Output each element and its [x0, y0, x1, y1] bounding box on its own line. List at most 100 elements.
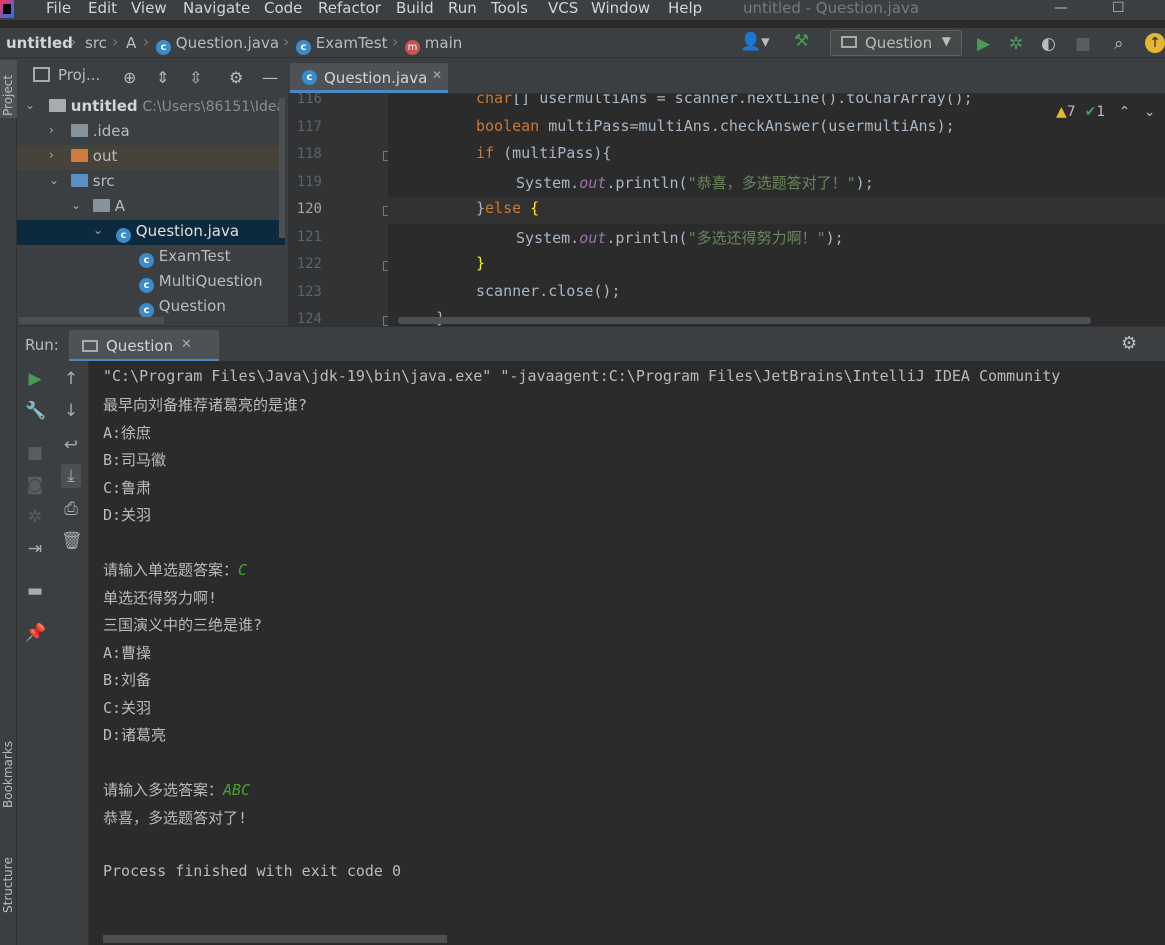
collapse-all-icon[interactable]: ⇳: [189, 68, 202, 87]
code-line-120: }else {: [388, 197, 1165, 224]
console-line: "C:\Program Files\Java\jdk-19\bin\java.e…: [103, 367, 1061, 385]
close-icon[interactable]: ✕: [181, 337, 192, 352]
update-icon[interactable]: ↑: [1145, 33, 1165, 53]
menu-run[interactable]: Run: [448, 0, 477, 17]
build-hammer-icon[interactable]: ⚒: [794, 31, 809, 51]
editor-horizontal-scrollbar[interactable]: [398, 317, 1091, 324]
editor-tabs: c Question.java ✕: [288, 58, 1165, 94]
console-line: B:刘备: [103, 671, 152, 689]
chevron-right-icon: ›: [112, 32, 119, 51]
console-line: 请输入单选题答案：C: [103, 561, 248, 579]
project-tool-button[interactable]: Project: [0, 60, 17, 118]
console-line: D:关羽: [103, 506, 152, 524]
tree-item-examtest[interactable]: c ExamTest: [17, 245, 285, 270]
chevron-down-icon[interactable]: ⌄: [1144, 104, 1156, 120]
console-horizontal-scrollbar[interactable]: [103, 935, 447, 943]
close-icon[interactable]: ✕: [432, 68, 442, 82]
code-line-121: System.out.println("多选还得努力啊！");: [516, 229, 844, 247]
menu-edit[interactable]: Edit: [88, 0, 117, 17]
print-icon[interactable]: ⎙: [61, 499, 81, 519]
run-configuration-select[interactable]: Question ▼: [830, 30, 962, 56]
project-horizontal-scrollbar[interactable]: [19, 317, 164, 324]
hide-icon[interactable]: —: [262, 68, 278, 87]
arrow-up-icon[interactable]: ↑: [61, 369, 81, 389]
project-vertical-scrollbar[interactable]: [279, 98, 285, 238]
stop-icon[interactable]: ■: [1075, 34, 1091, 54]
menu-code[interactable]: Code: [264, 0, 302, 17]
breadcrumb-package[interactable]: A: [126, 34, 136, 52]
tree-label: A: [114, 197, 126, 215]
wrench-icon[interactable]: 🔧: [25, 401, 46, 421]
structure-tool-label[interactable]: Structure: [1, 857, 15, 913]
line-number: 118: [296, 146, 322, 162]
tree-item-package-a[interactable]: ⌄ A: [17, 195, 285, 220]
chevron-right-icon: ›: [143, 32, 150, 51]
settings-icon[interactable]: ✲: [25, 507, 45, 527]
project-panel-title[interactable]: Proj...: [58, 66, 100, 84]
locate-icon[interactable]: ⊕: [123, 68, 136, 87]
tree-item-question-java[interactable]: ⌄ c Question.java: [17, 220, 285, 245]
run-tab-question[interactable]: Question ✕: [69, 330, 219, 362]
breadcrumb-src[interactable]: src: [85, 34, 107, 52]
tab-question-java[interactable]: c Question.java ✕: [290, 63, 448, 93]
user-icon[interactable]: 👤▾: [740, 32, 770, 52]
breadcrumb-method[interactable]: m main: [405, 34, 462, 55]
tree-item-untitled[interactable]: ⌄ untitled C:\Users\86151\Idea: [17, 95, 285, 120]
project-folder-icon: [49, 99, 66, 112]
menu-navigate[interactable]: Navigate: [183, 0, 250, 17]
code-editor[interactable]: char[] usermultiAns = scanner.nextLine()…: [388, 94, 1165, 326]
scroll-to-end-icon[interactable]: ⤓: [61, 464, 81, 488]
menu-refactor[interactable]: Refactor: [318, 0, 381, 17]
trash-icon[interactable]: 🗑: [61, 531, 83, 551]
console-line: 三国演义中的三绝是谁?: [103, 616, 263, 634]
tree-path-hint: C:\Users\86151\Idea: [142, 99, 286, 115]
run-icon[interactable]: ▶: [977, 34, 990, 54]
menu-view[interactable]: View: [131, 0, 167, 17]
project-view-icon: [33, 67, 50, 82]
chevron-right-icon: ›: [392, 32, 399, 51]
tree-label: Question: [158, 297, 226, 315]
class-icon: c: [139, 253, 154, 268]
method-icon: m: [405, 40, 420, 55]
coverage-icon[interactable]: ◐: [1041, 34, 1056, 54]
tree-label: out: [92, 147, 118, 165]
chevron-down-icon: ⌄: [49, 173, 60, 187]
console-line: D:诸葛亮: [103, 726, 167, 744]
tree-item-idea[interactable]: › .idea: [17, 120, 285, 145]
breadcrumb-file[interactable]: c Question.java: [156, 34, 279, 55]
menu-file[interactable]: File: [46, 0, 71, 17]
pin-icon[interactable]: 📌: [25, 623, 46, 643]
tree-item-multiquestion[interactable]: c MultiQuestion: [17, 270, 285, 295]
gear-icon[interactable]: ⚙: [1121, 333, 1137, 354]
maximize-icon[interactable]: ☐: [1112, 0, 1125, 16]
line-number: 119: [296, 174, 322, 190]
exit-icon[interactable]: ⇥: [25, 539, 45, 559]
search-icon[interactable]: ⌕: [1114, 34, 1124, 54]
chevron-up-icon[interactable]: ⌃: [1119, 104, 1131, 120]
bookmarks-tool-label[interactable]: Bookmarks: [1, 741, 15, 808]
gear-icon[interactable]: ⚙: [229, 68, 243, 87]
stop-icon[interactable]: ■: [25, 443, 45, 463]
console-line: 恭喜，多选题答对了!: [103, 809, 248, 827]
code-line-123: scanner.close();: [476, 282, 621, 300]
inspection-widget[interactable]: ▲7 ✔1 ⌃ ⌄: [1056, 104, 1155, 120]
menu-help[interactable]: Help: [668, 0, 702, 17]
run-console[interactable]: "C:\Program Files\Java\jdk-19\bin\java.e…: [89, 361, 1165, 945]
expand-all-icon[interactable]: ⇕: [156, 68, 169, 87]
menu-build[interactable]: Build: [396, 0, 434, 17]
minimize-icon[interactable]: —: [1054, 0, 1068, 16]
debug-icon[interactable]: ✲: [1009, 34, 1023, 54]
tree-item-src[interactable]: ⌄ src: [17, 170, 285, 195]
breadcrumb-class[interactable]: c ExamTest: [296, 34, 387, 55]
menu-vcs[interactable]: VCS: [548, 0, 578, 17]
menu-tools[interactable]: Tools: [491, 0, 528, 17]
layout-icon[interactable]: ▬: [25, 581, 45, 601]
soft-wrap-icon[interactable]: ↩: [61, 435, 81, 455]
menu-window[interactable]: Window: [591, 0, 650, 17]
rerun-icon[interactable]: ▶: [25, 369, 45, 389]
tree-item-out[interactable]: › out: [17, 145, 285, 170]
breadcrumb-project[interactable]: untitled: [6, 34, 73, 52]
tree-label: Question.java: [135, 222, 240, 240]
arrow-down-icon[interactable]: ↓: [61, 401, 81, 421]
camera-icon[interactable]: ◙: [25, 475, 45, 495]
